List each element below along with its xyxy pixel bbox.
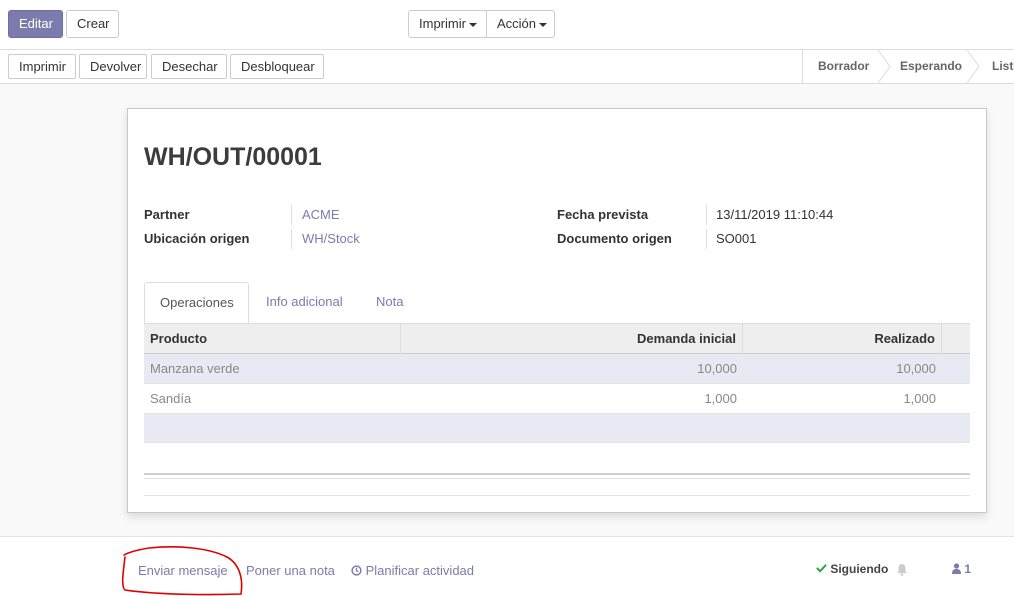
scheduled-date-value: 13/11/2019 11:10:44 xyxy=(716,207,834,222)
return-button[interactable]: Devolver xyxy=(79,54,147,79)
scrap-button[interactable]: Desechar xyxy=(151,54,227,79)
table-row-empty xyxy=(144,414,970,443)
stage-pipeline: Borrador Esperando Listo xyxy=(802,50,1014,83)
source-document-value: SO001 xyxy=(716,231,757,246)
tab-note[interactable]: Nota xyxy=(361,282,418,324)
partner-label: Partner xyxy=(144,207,190,222)
cell-done: 10,000 xyxy=(896,361,936,376)
tab-operations[interactable]: Operaciones xyxy=(144,282,249,324)
cell-product: Sandía xyxy=(150,391,192,406)
statusbar: Imprimir Devolver Desechar Desbloquear B… xyxy=(0,50,1014,84)
table-row[interactable]: Sandía 1,000 1,000 xyxy=(144,384,970,414)
stage-waiting[interactable]: Esperando xyxy=(900,50,962,83)
action-dropdown[interactable]: Acción xyxy=(486,10,555,38)
form-sheet: WH/OUT/00001 Partner ACME Ubicación orig… xyxy=(127,108,987,513)
cell-demand: 10,000 xyxy=(697,361,737,376)
scheduled-date-label: Fecha prevista xyxy=(557,207,649,222)
print-dropdown[interactable]: Imprimir xyxy=(408,10,487,38)
check-icon xyxy=(816,564,827,573)
notebook-tabs: Operaciones Info adicional Nota xyxy=(144,282,970,324)
table-footer xyxy=(144,473,970,479)
chatter: Enviar mensaje Poner una nota Planificar… xyxy=(0,536,1014,596)
log-note-button[interactable]: Poner una nota xyxy=(246,563,335,578)
tab-additional-info[interactable]: Info adicional xyxy=(251,282,358,324)
source-document-label: Documento origen xyxy=(557,231,672,246)
schedule-activity-label: Planificar actividad xyxy=(365,563,475,578)
schedule-activity-button[interactable]: Planificar actividad xyxy=(351,563,474,578)
followers-count: 1 xyxy=(964,562,972,576)
caret-down-icon xyxy=(468,22,477,27)
source-location-label: Ubicación origen xyxy=(144,231,250,246)
followers-button[interactable]: 1 xyxy=(952,562,971,576)
column-header-demand[interactable]: Demanda inicial xyxy=(401,324,743,354)
column-header-done[interactable]: Realizado xyxy=(743,324,942,354)
stage-draft[interactable]: Borrador xyxy=(818,50,869,83)
table-header: Producto Demanda inicial Realizado xyxy=(144,323,970,354)
column-header-product[interactable]: Producto xyxy=(144,324,401,354)
edit-button[interactable]: Editar xyxy=(8,10,63,38)
unlock-button[interactable]: Desbloquear xyxy=(230,54,324,79)
field-divider xyxy=(291,229,292,249)
divider xyxy=(144,495,970,496)
following-button[interactable]: Siguiendo xyxy=(816,562,888,576)
print-button[interactable]: Imprimir xyxy=(8,54,76,79)
caret-down-icon xyxy=(539,22,548,27)
cell-done: 1,000 xyxy=(903,391,936,406)
field-divider xyxy=(706,229,707,249)
print-dropdown-label: Imprimir xyxy=(419,16,466,31)
create-button[interactable]: Crear xyxy=(66,10,119,38)
cell-demand: 1,000 xyxy=(704,391,737,406)
bell-icon[interactable] xyxy=(896,563,908,576)
field-divider xyxy=(706,205,707,225)
stage-ready[interactable]: Listo xyxy=(992,50,1014,83)
stage-ready-clip: Listo xyxy=(992,50,1014,83)
send-message-button[interactable]: Enviar mensaje xyxy=(138,563,228,578)
control-panel: Editar Crear Imprimir Acción xyxy=(0,0,1014,50)
source-location-link[interactable]: WH/Stock xyxy=(302,231,360,246)
clock-icon xyxy=(351,565,362,576)
record-title: WH/OUT/00001 xyxy=(144,143,322,171)
cell-product: Manzana verde xyxy=(150,361,240,376)
chevron-right-icon xyxy=(877,50,891,83)
chevron-right-icon xyxy=(966,50,980,83)
partner-link[interactable]: ACME xyxy=(302,207,340,222)
field-divider xyxy=(291,205,292,225)
following-label: Siguiendo xyxy=(830,562,889,576)
user-icon xyxy=(952,563,961,574)
table-row[interactable]: Manzana verde 10,000 10,000 xyxy=(144,354,970,384)
action-dropdown-label: Acción xyxy=(497,16,537,31)
